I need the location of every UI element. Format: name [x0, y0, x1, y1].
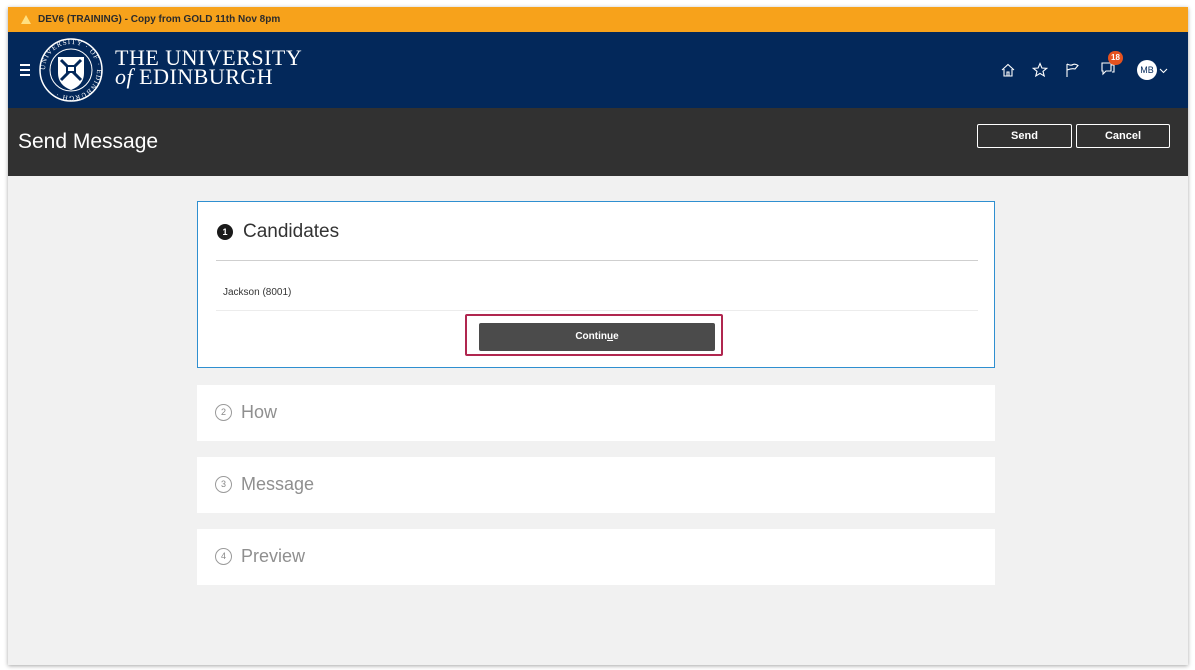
- cancel-button[interactable]: Cancel: [1076, 124, 1170, 148]
- flag-icon[interactable]: [1063, 61, 1081, 79]
- step-candidates-panel: 1 Candidates Jackson (8001) Continue: [197, 201, 995, 368]
- environment-banner-text: DEV6 (TRAINING) - Copy from GOLD 11th No…: [38, 14, 281, 25]
- continue-highlight: Continue: [465, 314, 723, 356]
- header-actions: 18 MB: [985, 50, 1168, 83]
- university-crest-logo[interactable]: UNIVERSITY · OF · EDINBURGH ·: [38, 37, 104, 103]
- notification-count-badge: 18: [1108, 50, 1123, 65]
- divider: [216, 310, 978, 311]
- divider: [216, 260, 978, 261]
- step-3-number: 3: [215, 476, 232, 493]
- environment-banner: DEV6 (TRAINING) - Copy from GOLD 11th No…: [8, 7, 1188, 32]
- step-4-title: Preview: [241, 546, 306, 566]
- candidate-item: Jackson (8001): [223, 287, 292, 298]
- step-1-title[interactable]: Candidates: [243, 221, 339, 243]
- step-3-title: Message: [241, 474, 315, 494]
- step-preview-panel[interactable]: 4 Preview: [197, 529, 995, 585]
- step-4-number: 4: [215, 548, 232, 565]
- page-title: Send Message: [18, 130, 159, 153]
- warning-icon: [21, 15, 31, 24]
- global-header: UNIVERSITY · OF · EDINBURGH · THE UNIVER…: [8, 32, 1188, 108]
- notifications-button[interactable]: 18: [1099, 50, 1123, 82]
- step-2-title: How: [241, 402, 278, 422]
- user-avatar[interactable]: MB: [1137, 60, 1157, 80]
- step-2-number: 2: [215, 404, 232, 421]
- menu-icon[interactable]: [20, 64, 30, 79]
- step-how-panel[interactable]: 2 How: [197, 385, 995, 441]
- app-window: DEV6 (TRAINING) - Copy from GOLD 11th No…: [8, 7, 1188, 665]
- continue-button[interactable]: Continue: [479, 323, 715, 351]
- home-icon[interactable]: [999, 61, 1017, 79]
- chevron-down-icon[interactable]: [1159, 66, 1168, 75]
- step-1-number: 1: [217, 224, 233, 240]
- university-wordmark[interactable]: THE UNIVERSITY of EDINBURGH: [115, 47, 302, 88]
- step-message-panel[interactable]: 3 Message: [197, 457, 995, 513]
- star-icon[interactable]: [1031, 61, 1049, 79]
- send-button[interactable]: Send: [977, 124, 1072, 148]
